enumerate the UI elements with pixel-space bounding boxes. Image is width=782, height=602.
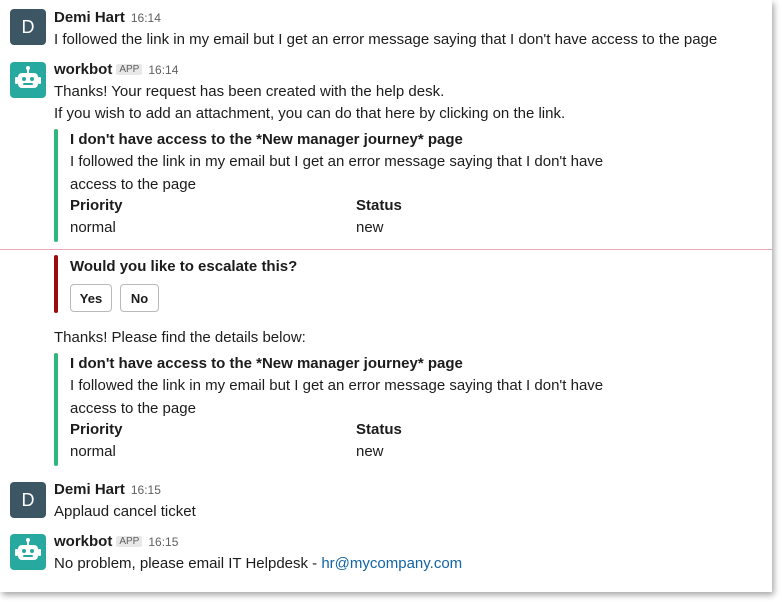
author-label[interactable]: Demi Hart	[54, 481, 125, 498]
status-label: Status	[356, 197, 402, 214]
avatar[interactable]: D	[10, 482, 46, 518]
app-badge: APP	[116, 64, 143, 75]
robot-icon	[15, 538, 41, 560]
status-value: new	[356, 443, 384, 460]
status-value: new	[356, 219, 384, 236]
escalate-attachment: Would you like to escalate this? Yes No	[54, 255, 614, 313]
message-text: I followed the link in my email but I ge…	[54, 31, 718, 48]
message-text: No problem, please email IT Helpdesk - h…	[54, 555, 462, 572]
author-name[interactable]: workbot APP 16:15	[54, 533, 178, 550]
avatar[interactable]: D	[10, 9, 46, 45]
attachment-text: I followed the link in my email but I ge…	[70, 377, 604, 394]
timestamp[interactable]: 16:14	[148, 63, 178, 77]
status-label: Status	[356, 421, 402, 438]
attachment-text: access to the page	[70, 400, 196, 417]
avatar[interactable]	[10, 534, 46, 570]
avatar[interactable]	[10, 62, 46, 98]
priority-label: Priority	[70, 197, 123, 214]
avatar-letter: D	[21, 16, 35, 37]
message-text: Thanks! Your request has been created wi…	[54, 83, 445, 100]
author-name[interactable]: Demi Hart 16:14	[54, 9, 161, 26]
attachment-bar	[54, 255, 58, 313]
attachment-text: access to the page	[70, 176, 196, 193]
priority-label: Priority	[70, 421, 123, 438]
attachment-text: I followed the link in my email but I ge…	[70, 153, 604, 170]
no-button[interactable]: No	[120, 284, 159, 312]
author-label[interactable]: workbot	[54, 61, 112, 78]
attachment-title: I don't have access to the *New manager …	[70, 131, 463, 148]
yes-button[interactable]: Yes	[70, 284, 112, 312]
new-messages-divider	[0, 249, 772, 250]
avatar-letter: D	[21, 489, 35, 510]
author-name[interactable]: Demi Hart 16:15	[54, 481, 161, 498]
message-text: Thanks! Please find the details below:	[54, 329, 306, 346]
email-link[interactable]: hr@mycompany.com	[321, 555, 462, 572]
attachment-title: I don't have access to the *New manager …	[70, 355, 463, 372]
ticket-attachment: I don't have access to the *New manager …	[54, 353, 614, 466]
message-text-prefix: No problem, please email IT Helpdesk -	[54, 555, 322, 572]
attachment-bar	[54, 353, 58, 466]
priority-value: normal	[70, 219, 116, 236]
message-text: If you wish to add an attachment, you ca…	[54, 105, 566, 122]
author-label[interactable]: workbot	[54, 533, 112, 550]
ticket-attachment: I don't have access to the *New manager …	[54, 129, 614, 242]
message-pane: D Demi Hart 16:14 I followed the link in …	[0, 0, 772, 592]
author-name[interactable]: workbot APP 16:14	[54, 61, 178, 78]
robot-icon	[15, 66, 41, 88]
priority-value: normal	[70, 443, 116, 460]
author-label[interactable]: Demi Hart	[54, 9, 125, 26]
escalate-question: Would you like to escalate this?	[70, 258, 298, 275]
timestamp[interactable]: 16:15	[131, 483, 161, 497]
attachment-bar	[54, 129, 58, 242]
app-badge: APP	[116, 536, 143, 547]
timestamp[interactable]: 16:15	[148, 535, 178, 549]
timestamp[interactable]: 16:14	[131, 11, 161, 25]
message-text: Applaud cancel ticket	[54, 503, 196, 520]
